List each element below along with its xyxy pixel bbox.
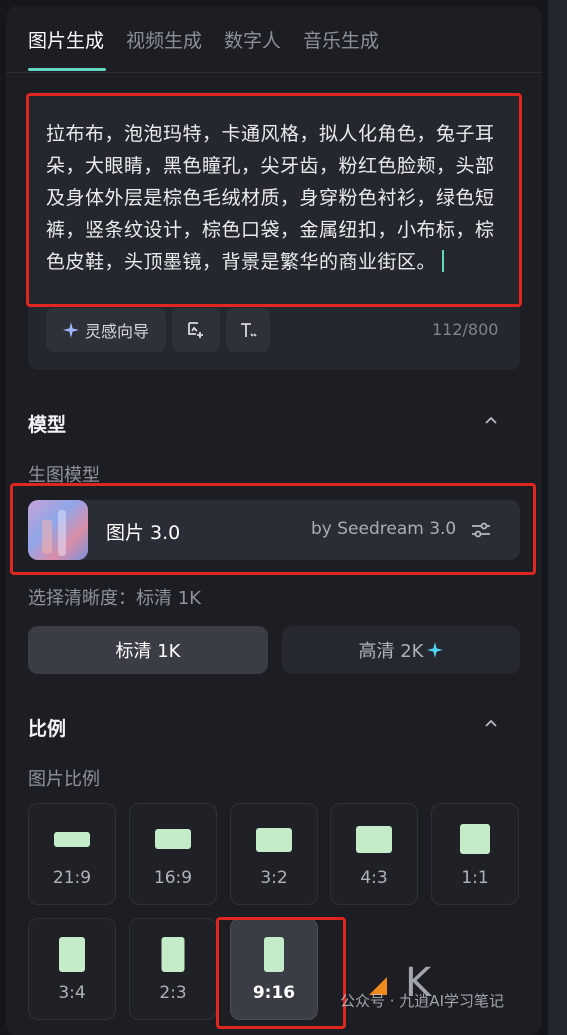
ratio-shape-1-1: [460, 824, 490, 854]
text-format-icon: [241, 323, 257, 337]
ratio-shape-3-2: [256, 828, 292, 852]
ratio-option-4-3[interactable]: 4:3: [330, 803, 418, 905]
inspiration-guide-label: 灵感向导: [84, 322, 149, 341]
ratio-section-title: 比例: [28, 718, 67, 740]
tab-image-generation[interactable]: 图片生成: [28, 26, 104, 53]
ratio-label: 21:9: [52, 868, 92, 888]
resolution-sd-label: 标清 1K: [115, 641, 181, 662]
resolution-hd-label: 高清 2K: [358, 641, 424, 662]
ratio-shape-21-9: [54, 832, 90, 847]
character-counter: 112/800: [432, 320, 499, 339]
sparkle-icon: [427, 642, 444, 658]
ratio-label: 1:1: [461, 868, 489, 888]
ratio-option-3-2[interactable]: 3:2: [230, 803, 318, 905]
tab-video-generation[interactable]: 视频生成: [126, 26, 202, 53]
watermark-text: 公众号 · 九逍AI学习笔记: [340, 992, 504, 1010]
ratio-label: 3:4: [58, 983, 86, 1003]
ratio-shape-16-9: [155, 829, 191, 849]
ratio-label: 3:2: [260, 868, 288, 888]
resolution-label: 选择清晰度：标清 1K: [28, 588, 201, 609]
inspiration-guide-button[interactable]: 灵感向导: [46, 308, 166, 352]
right-divider-strip: [548, 0, 567, 1035]
collapse-chevron-icon[interactable]: [484, 414, 498, 428]
ratio-highlight-box: [216, 917, 346, 1029]
ratio-option-21-9[interactable]: 21:9: [28, 803, 116, 905]
ratio-option-1-1[interactable]: 1:1: [431, 803, 519, 905]
model-highlight-box: [10, 483, 536, 575]
ratio-label: 4:3: [360, 868, 388, 888]
tab-digital-human[interactable]: 数字人: [224, 26, 281, 53]
ratio-label: 2:3: [159, 983, 187, 1003]
tab-bar: 图片生成 视频生成 数字人 音乐生成: [28, 26, 379, 53]
active-tab-indicator: [28, 68, 106, 71]
ratio-option-3-4[interactable]: 3:4: [28, 918, 116, 1020]
ratio-option-2-3[interactable]: 2:3: [129, 918, 217, 1020]
ratio-shape-4-3: [356, 826, 392, 853]
collapse-chevron-icon[interactable]: [484, 717, 498, 731]
ratio-shape-3-4: [59, 937, 85, 972]
tab-divider: [6, 72, 542, 73]
tab-music-generation[interactable]: 音乐生成: [303, 26, 379, 53]
text-format-button[interactable]: [226, 308, 270, 352]
sparkle-icon: [62, 322, 79, 338]
ratio-option-16-9[interactable]: 16:9: [129, 803, 217, 905]
resolution-sd-1k-button[interactable]: 标清 1K: [28, 626, 268, 674]
add-image-icon: [188, 322, 203, 338]
image-ratio-label: 图片比例: [28, 769, 100, 790]
prompt-highlight-box: [26, 93, 522, 307]
add-image-button[interactable]: [172, 308, 220, 352]
ratio-shape-2-3: [161, 937, 185, 972]
ratio-label: 16:9: [153, 868, 193, 888]
model-section-title: 模型: [28, 414, 67, 436]
resolution-hd-2k-button[interactable]: 高清 2K: [282, 626, 520, 674]
